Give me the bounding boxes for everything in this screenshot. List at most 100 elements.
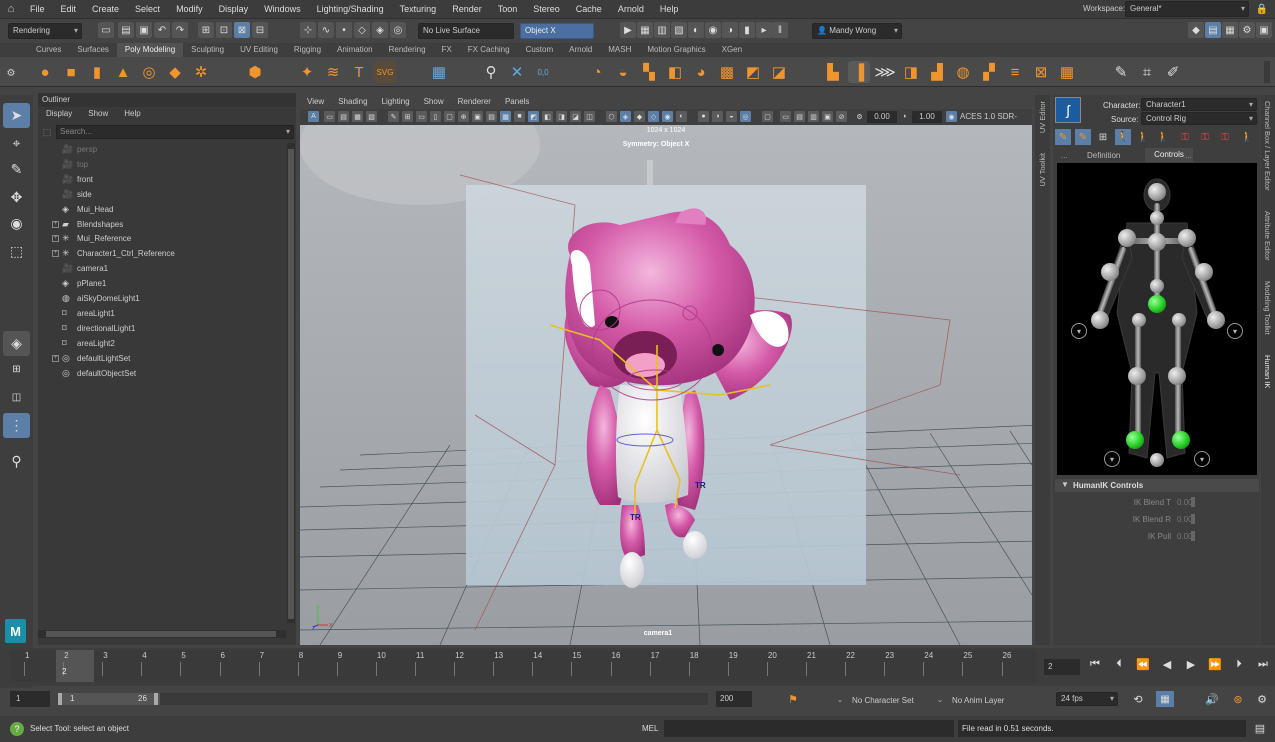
xray-joints-icon[interactable]: ◆ (634, 111, 645, 122)
outliner-item[interactable]: 🎥 camera1 (38, 261, 288, 276)
sphere-uv-icon[interactable]: ◍ (952, 61, 974, 83)
modeling-toolkit-icon[interactable]: ◆ (1188, 22, 1204, 38)
poly-cube-icon[interactable]: ■ (60, 61, 82, 83)
screen-space-icon[interactable]: ◒ (726, 111, 737, 122)
filter-icon[interactable]: ⬚ (42, 126, 52, 138)
menu-display[interactable]: Display (211, 4, 257, 14)
ambient-occlusion-icon[interactable]: ⬡ (606, 111, 617, 122)
multisample-aa-icon[interactable]: ● (698, 111, 709, 122)
menuset-dropdown[interactable]: Rendering ▾ (8, 23, 82, 39)
gamma-icon[interactable]: ▥ (808, 111, 819, 122)
selection-mode-icon[interactable]: ⊞ (1095, 129, 1111, 145)
menu-toon[interactable]: Toon (490, 4, 526, 14)
view-transform-icon[interactable]: ⊘ (836, 111, 847, 122)
chest-effector[interactable] (1148, 233, 1166, 251)
two-pane-icon[interactable]: ◫ (3, 385, 30, 410)
shelf-scrollbar[interactable] (1264, 61, 1270, 83)
menu-edit[interactable]: Edit (53, 4, 85, 14)
viewport-menu-lighting[interactable]: Lighting (375, 95, 417, 109)
smooth-icon[interactable]: 0,0 (532, 61, 554, 83)
animation-start-field[interactable]: 1 (10, 691, 50, 707)
rotate-tool-icon[interactable]: ◉ (3, 211, 30, 236)
show-skeleton-icon[interactable]: 🚶 (1155, 129, 1171, 145)
smooth-shade-icon[interactable]: ■ (514, 111, 525, 122)
render-settings-icon[interactable]: ▧ (671, 22, 687, 38)
stereo-icon[interactable]: ▭ (780, 111, 791, 122)
view-transform-label[interactable]: ACES 1.0 SDR-video (960, 111, 1030, 133)
range-slider[interactable]: 1 26 (58, 693, 160, 705)
sound-icon[interactable]: 🔊 (1204, 691, 1220, 707)
outliner-item[interactable]: ⌑ directionalLight1 (38, 321, 288, 336)
expand-icon[interactable]: + (52, 235, 59, 243)
scroll-thumb[interactable] (288, 149, 294, 619)
character-set-icon[interactable]: ⌄ (834, 691, 846, 707)
snap-grid-icon[interactable]: ⊹ (300, 22, 316, 38)
outliner-menu-display[interactable]: Display (38, 107, 80, 121)
step-forward-frame-icon[interactable]: ⏵ (1232, 655, 1246, 673)
use-all-lights-icon[interactable]: ◪ (570, 111, 581, 122)
cylinder-uv-icon[interactable]: ▞ (978, 61, 1000, 83)
script-language-button[interactable]: MEL (642, 724, 658, 733)
gamma-toggle-icon[interactable]: ◐ (900, 111, 911, 122)
live-surface-field[interactable]: No Live Surface (418, 23, 514, 39)
snap-surface-icon[interactable]: ◈ (372, 22, 388, 38)
mirror-icon[interactable]: ▐ (848, 61, 870, 83)
uv-editor-tab[interactable]: UV Editor (1038, 101, 1047, 133)
poly-plane-icon[interactable]: ◆ (164, 61, 186, 83)
grease-pencil-icon[interactable]: ✎ (388, 111, 399, 122)
separate-icon[interactable]: ✕ (506, 61, 528, 83)
left-hip-effector[interactable] (1132, 313, 1146, 327)
hik-tab-more-left[interactable]: ... (1061, 151, 1068, 160)
color-management-icon[interactable]: ▣ (822, 111, 833, 122)
outliner-item[interactable]: 🎥 persp (38, 142, 288, 157)
spine-effector[interactable] (1150, 279, 1164, 293)
shelf-tab-rigging[interactable]: Rigging (286, 43, 329, 57)
anim-layer-dropdown[interactable]: No Anim Layer (952, 696, 1004, 705)
outliner-item[interactable]: + ✳ Mui_Reference (38, 231, 288, 246)
edge-loop-icon[interactable]: ◪ (768, 61, 790, 83)
hik-tab-more-right[interactable]: ... (1185, 151, 1192, 160)
left-foot-expand-icon[interactable]: ▾ (1104, 451, 1120, 467)
planar-uv-icon[interactable]: ◨ (900, 61, 922, 83)
select-by-type-icon[interactable]: ⊟ (252, 22, 268, 38)
layer-editor-icon[interactable]: ▣ (1256, 22, 1272, 38)
left-ankle-effector[interactable] (1126, 431, 1144, 449)
current-frame-field[interactable]: 2 (1044, 659, 1080, 675)
ik-blend-r-slider[interactable] (1191, 514, 1195, 524)
user-account-dropdown[interactable]: 👤 Mandy Wong ▾ (812, 23, 902, 39)
four-pane-icon[interactable]: ⊞ (3, 357, 30, 382)
grid-toggle-icon[interactable]: ⊞ (402, 111, 413, 122)
outliner-search-input[interactable]: Search... ▾ (56, 125, 294, 139)
workspace-lock-icon[interactable]: 🔒 (1254, 1, 1270, 17)
exposure-icon[interactable]: ▤ (794, 111, 805, 122)
move-tool-icon[interactable]: ✥ (3, 185, 30, 210)
left-hand-expand-icon[interactable]: ▾ (1071, 323, 1087, 339)
neck-effector[interactable] (1150, 211, 1164, 225)
isolate-select-icon[interactable]: ◉ (662, 111, 673, 122)
shelf-tab-curves[interactable]: Curves (28, 43, 69, 57)
channel-box-tab[interactable]: Channel Box / Layer Editor (1263, 101, 1272, 191)
outliner-item[interactable]: + ✳ Character1_Ctrl_Reference (38, 246, 288, 261)
exposure-gear-icon[interactable]: ⚙ (854, 111, 865, 122)
viewport-panel[interactable]: View Shading Lighting Show Renderer Pane… (300, 95, 1032, 645)
pin-icon[interactable]: 🚶 (1239, 129, 1255, 145)
full-body-ik-icon[interactable]: ✎ (1055, 129, 1071, 145)
shelf-tab-fx-caching[interactable]: FX Caching (460, 43, 518, 57)
animation-end-field[interactable]: 200 (716, 691, 752, 707)
modeling-toolkit-tab[interactable]: Modeling Toolkit (1263, 281, 1272, 335)
menu-texturing[interactable]: Texturing (392, 4, 445, 14)
go-to-start-icon[interactable]: ⏮ (1088, 655, 1102, 673)
menu-modify[interactable]: Modify (168, 4, 211, 14)
right-elbow-effector[interactable] (1195, 263, 1213, 281)
type-tool-icon[interactable]: T (348, 61, 370, 83)
range-end-handle[interactable] (154, 693, 158, 705)
motion-blur-icon[interactable]: ◐ (676, 111, 687, 122)
2d-pan-icon[interactable]: ▧ (366, 111, 377, 122)
new-scene-icon[interactable]: ▭ (98, 22, 114, 38)
bookmarks-icon[interactable]: ▢ (762, 111, 773, 122)
right-hand-expand-icon[interactable]: ▾ (1227, 323, 1243, 339)
show-fk-icon[interactable]: 🚶 (1115, 129, 1131, 145)
step-forward-key-icon[interactable]: ⏩ (1208, 655, 1222, 673)
poly-cylinder-icon[interactable]: ▮ (86, 61, 108, 83)
outliner-item[interactable]: 🎥 top (38, 157, 288, 172)
